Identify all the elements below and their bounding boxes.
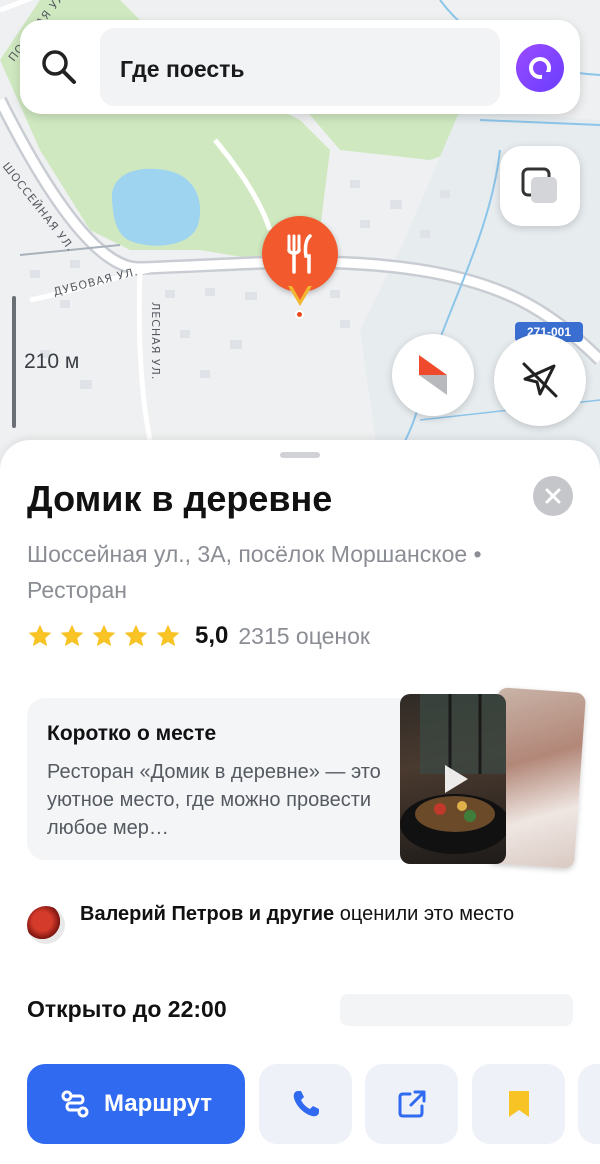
fork-knife-icon (287, 234, 312, 274)
rating-value: 5,0 (195, 622, 229, 649)
my-location-button[interactable] (494, 334, 586, 426)
place-pin[interactable] (262, 216, 338, 292)
call-button[interactable] (259, 1064, 352, 1144)
bookmark-button[interactable] (472, 1064, 565, 1144)
pin-tail (288, 286, 312, 306)
place-title: Домик в деревне (27, 478, 333, 519)
rating-row[interactable]: 5,0 2315 оценок (27, 622, 370, 650)
share-button[interactable] (365, 1064, 458, 1144)
more-actions-button[interactable] (578, 1064, 600, 1144)
close-button[interactable] (533, 476, 573, 516)
rating-count: 2315 оценок (238, 622, 370, 649)
rating-stars (27, 623, 181, 649)
route-button-label: Маршрут (103, 1090, 213, 1117)
share-external-icon (398, 1090, 425, 1118)
scale-bar (12, 296, 16, 428)
route-icon (61, 1090, 89, 1118)
star-icon (156, 624, 180, 647)
star-icon (92, 624, 116, 647)
bookmark-icon (508, 1091, 529, 1117)
friends-rating-text: Валерий Петров и другие оценили это мест… (80, 900, 550, 928)
compass-button[interactable] (392, 334, 474, 416)
place-address: Шоссейная ул., 3А, посёлок Моршанское • … (27, 541, 482, 603)
map-view[interactable]: ШОССЕЙНАЯ УЛ. ДУБОВАЯ УЛ. ЛЕСНАЯ УЛ. ПОЛ… (0, 0, 600, 470)
scale-label: 210 м (24, 350, 80, 373)
about-card[interactable]: Коротко о месте Ресторан «Домик в деревн… (27, 698, 417, 860)
compass-icon (419, 355, 447, 395)
layers-button[interactable] (500, 146, 580, 226)
opening-hours[interactable]: Открыто до 22:00 (27, 996, 227, 1023)
search-query-text: Где поесть (120, 56, 245, 82)
about-title: Коротко о месте (47, 722, 217, 745)
street-label-lesnaya: ЛЕСНАЯ УЛ. (149, 302, 162, 381)
route-button[interactable]: Маршрут (27, 1064, 245, 1144)
friends-names: Валерий Петров и другие (80, 903, 335, 925)
avatar (27, 906, 65, 944)
phone-icon (293, 1091, 319, 1117)
search-icon[interactable] (40, 48, 78, 86)
place-card-sheet: Домик в деревне Шоссейная ул., 3А, посёл… (0, 440, 600, 1164)
close-icon (545, 488, 561, 504)
star-icon (60, 624, 84, 647)
hours-loading-placeholder (340, 994, 573, 1026)
star-icon (28, 624, 52, 647)
alice-assistant-button[interactable] (516, 44, 564, 92)
play-icon[interactable] (441, 762, 471, 796)
friends-suffix: оценили это место (334, 903, 515, 925)
alice-icon (529, 57, 551, 80)
pin-location-dot (295, 310, 304, 319)
about-text: Ресторан «Домик в деревне» — это уютное … (47, 761, 381, 839)
sheet-grabber[interactable] (280, 452, 320, 458)
layers-icon (521, 167, 557, 203)
star-icon (124, 624, 148, 647)
location-arrow-off-icon (522, 362, 558, 398)
